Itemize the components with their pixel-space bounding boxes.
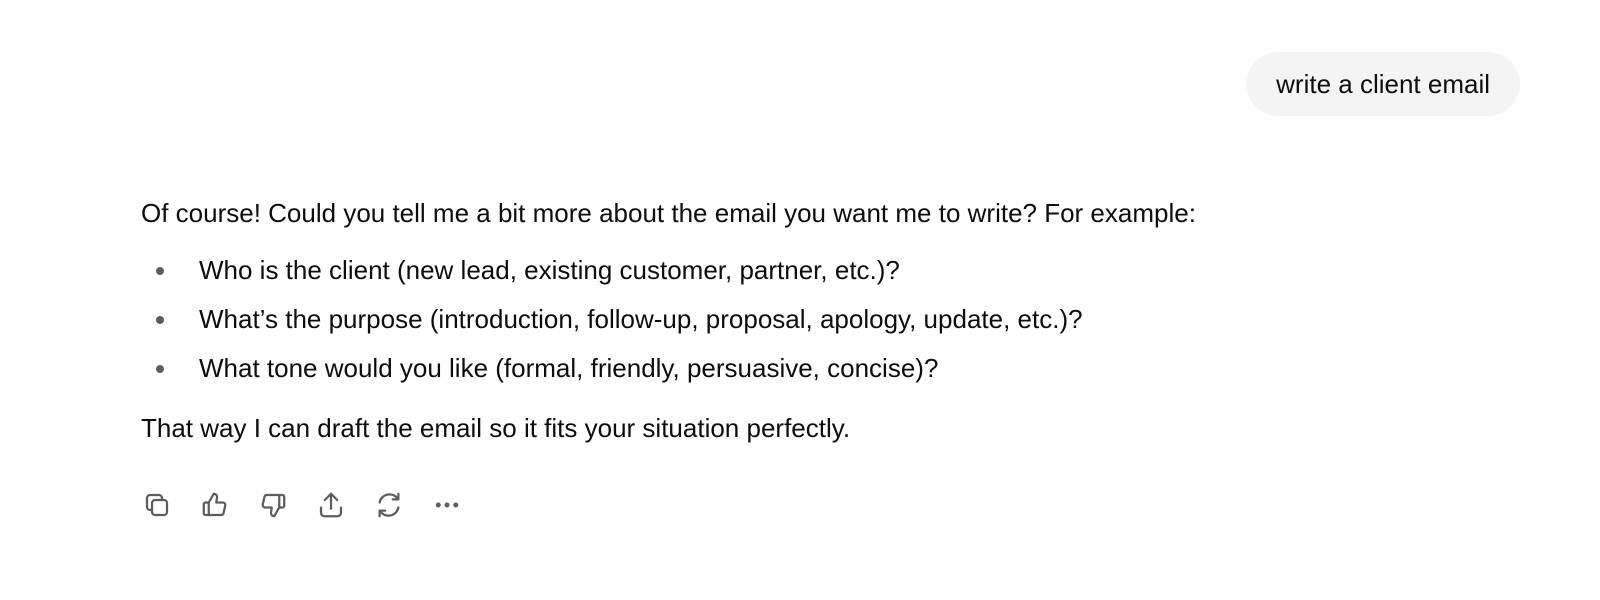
user-message-row: write a client email [1246, 52, 1520, 116]
share-icon [319, 492, 343, 518]
bullet-text: What’s the purpose (introduction, follow… [199, 304, 1083, 334]
regenerate-icon [378, 492, 400, 518]
bad-response-button[interactable] [257, 489, 289, 521]
regenerate-button[interactable] [373, 489, 405, 521]
list-item: Who is the client (new lead, existing cu… [141, 253, 1501, 287]
assistant-intro: Of course! Could you tell me a bit more … [141, 198, 1196, 228]
good-response-button[interactable] [199, 489, 231, 521]
list-item: What’s the purpose (introduction, follow… [141, 302, 1501, 336]
bullet-dot [156, 316, 164, 324]
thumbs-down-icon [261, 493, 286, 518]
bullet-text: Who is the client (new lead, existing cu… [199, 255, 900, 285]
more-options-button[interactable] [431, 489, 463, 521]
copy-icon [145, 493, 169, 517]
chat-thread: write a client email Of course! Could yo… [0, 0, 1600, 600]
bullet-dot [156, 365, 164, 373]
bullet-text: What tone would you like (formal, friend… [199, 353, 939, 383]
bullet-dot [156, 267, 164, 275]
share-button[interactable] [315, 489, 347, 521]
more-icon [435, 502, 459, 508]
message-action-bar [141, 489, 463, 521]
assistant-bullet-list: Who is the client (new lead, existing cu… [141, 253, 1501, 385]
assistant-outro: That way I can draft the email so it fit… [141, 413, 851, 443]
thumbs-up-icon [202, 492, 227, 517]
user-message-bubble: write a client email [1246, 52, 1520, 116]
list-item: What tone would you like (formal, friend… [141, 351, 1501, 385]
copy-button[interactable] [141, 489, 173, 521]
assistant-message: Of course! Could you tell me a bit more … [141, 196, 1501, 445]
